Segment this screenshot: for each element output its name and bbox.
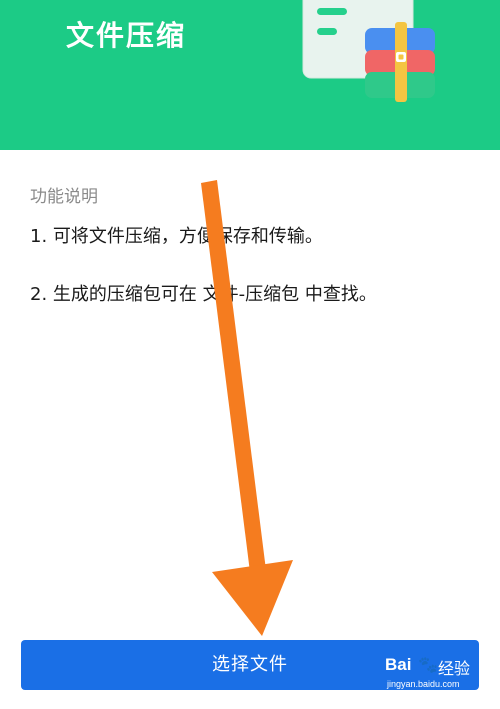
description-line-2: 2. 生成的压缩包可在 文件-压缩包 中查找。 (30, 284, 377, 305)
description-line-1: 1. 可将文件压缩，方便保存和传输。 (30, 226, 323, 247)
section-title: 功能说明 (30, 187, 98, 207)
select-file-button[interactable]: 选择文件 (21, 640, 479, 690)
page-title: 文件压缩 (66, 19, 187, 52)
compress-illustration-icon (302, 0, 435, 102)
content-area: 功能说明 1. 可将文件压缩，方便保存和传输。 2. 生成的压缩包可在 文件-压… (0, 150, 500, 709)
screen: 文件压缩 功能说明 1. 可将文件压缩，方便保存和传输。 2. 生成的压缩包可在… (0, 0, 500, 709)
header: 文件压缩 (0, 0, 500, 150)
